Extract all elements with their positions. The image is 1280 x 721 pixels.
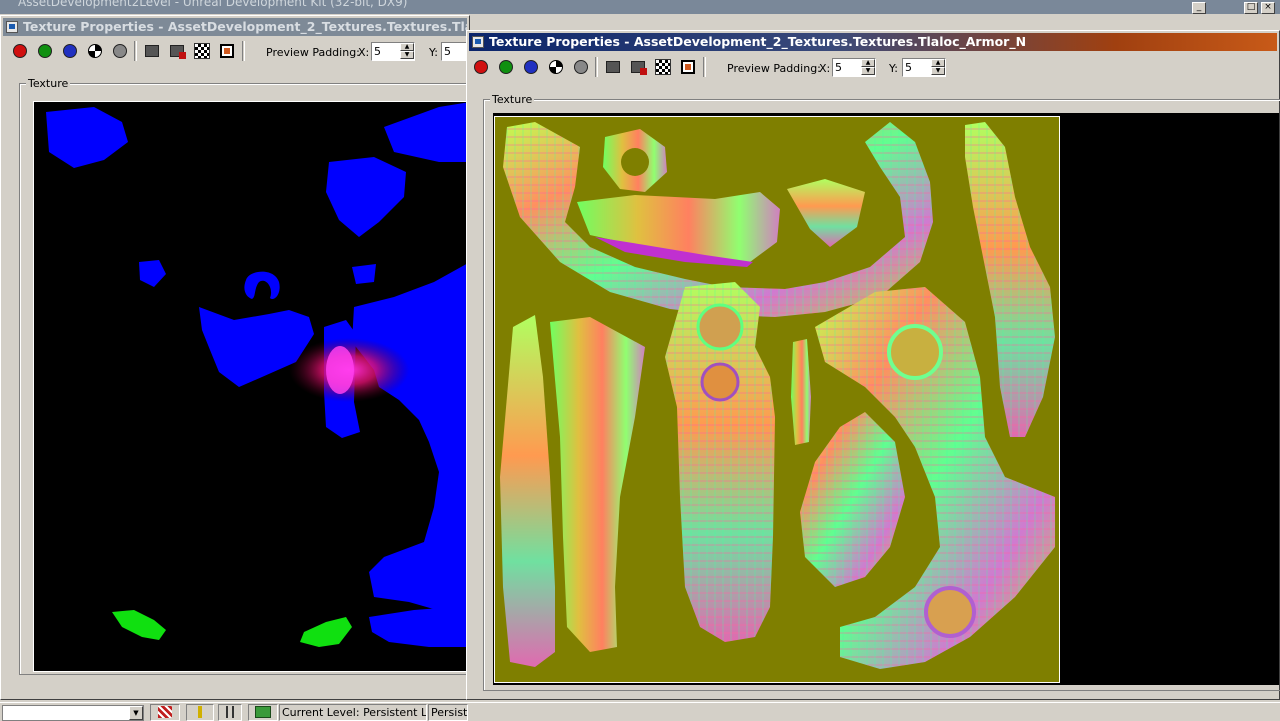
- toolbar: Preview Padding: X: ▲ ▼ Y:: [5, 38, 485, 64]
- texture-group-label: Texture: [26, 77, 71, 90]
- toolbar-separator: [134, 41, 137, 61]
- green-channel-icon: [499, 60, 513, 74]
- gray-channel-icon: [574, 60, 588, 74]
- checker-background-button[interactable]: [192, 41, 212, 61]
- checker-icon: [655, 59, 671, 75]
- spin-up-button[interactable]: ▲: [861, 59, 875, 67]
- border-button[interactable]: [217, 41, 237, 61]
- normal-map-texture-image: [495, 117, 1059, 682]
- gray-channel-button[interactable]: [110, 41, 130, 61]
- monitor-red-icon: [170, 45, 186, 59]
- red-channel-button[interactable]: [10, 41, 30, 61]
- texture-viewport[interactable]: [493, 113, 1279, 685]
- status-icon-button[interactable]: [248, 704, 278, 721]
- grid-icon: [226, 706, 234, 718]
- toolbar-separator: [242, 41, 245, 61]
- green-channel-icon: [38, 44, 52, 58]
- window-icon: [6, 21, 18, 33]
- toolbar-separator: [595, 57, 598, 77]
- alpha-channel-icon: [88, 44, 102, 58]
- alpha-channel-button[interactable]: [85, 41, 105, 61]
- window-title: Texture Properties - AssetDevelopment_2_…: [489, 34, 1027, 49]
- minimize-button[interactable]: _: [1192, 2, 1206, 14]
- monitor-red-icon: [631, 61, 647, 75]
- alpha-channel-icon: [549, 60, 563, 74]
- gray-channel-icon: [113, 44, 127, 58]
- window-title: Texture Properties - AssetDevelopment_2_…: [23, 19, 467, 34]
- preview-padding-label: Preview Padding:: [266, 46, 360, 59]
- status-icon-button[interactable]: [186, 704, 214, 721]
- blue-channel-button[interactable]: [60, 41, 80, 61]
- y-label: Y:: [429, 46, 438, 59]
- command-combo[interactable]: ▼: [2, 705, 144, 721]
- x-padding-input[interactable]: [835, 60, 861, 74]
- checkmark-icon: [255, 706, 271, 718]
- green-channel-button[interactable]: [35, 41, 55, 61]
- checker-background-button[interactable]: [653, 57, 673, 77]
- monitor-icon: [145, 45, 159, 57]
- view-alpha-button[interactable]: [628, 57, 648, 77]
- texture-group-label: Texture: [490, 93, 535, 106]
- view-mip-button[interactable]: [142, 41, 162, 61]
- monitor-icon: [606, 61, 620, 73]
- y-padding-input[interactable]: [905, 60, 931, 74]
- spin-down-button[interactable]: ▼: [931, 67, 945, 75]
- persistent-text: Persistent: [431, 706, 468, 719]
- view-alpha-button[interactable]: [167, 41, 187, 61]
- toolbar-separator: [703, 57, 706, 77]
- toolbar: Preview Padding: X: ▲ ▼ Y: ▲ ▼: [471, 54, 1271, 80]
- frame-icon: [681, 60, 695, 74]
- window-title-bar[interactable]: Texture Properties - AssetDevelopment_2_…: [3, 18, 467, 36]
- view-mip-button[interactable]: [603, 57, 623, 77]
- maximize-button[interactable]: □: [1244, 2, 1258, 14]
- x-padding-spinner[interactable]: ▲ ▼: [832, 58, 876, 77]
- y-label: Y:: [889, 62, 898, 75]
- red-channel-button[interactable]: [471, 57, 491, 77]
- texture-preview-normal: [494, 116, 1060, 683]
- border-button[interactable]: [678, 57, 698, 77]
- green-channel-button[interactable]: [496, 57, 516, 77]
- blue-channel-icon: [63, 44, 77, 58]
- red-channel-icon: [474, 60, 488, 74]
- spin-up-button[interactable]: ▲: [400, 43, 414, 51]
- frame-icon: [220, 44, 234, 58]
- current-level-label: Current Level:: [282, 706, 360, 719]
- window-title-bar[interactable]: Texture Properties - AssetDevelopment_2_…: [469, 33, 1277, 51]
- x-padding-spinner[interactable]: ▲ ▼: [371, 42, 415, 61]
- persistent-field: Persistent: [428, 704, 468, 721]
- pencil-icon: [198, 706, 202, 718]
- current-level-value: Persistent Leve: [363, 706, 427, 719]
- tools-icon: [158, 706, 172, 718]
- checker-icon: [194, 43, 210, 59]
- current-level-field: Current Level: Persistent Leve: [279, 704, 427, 721]
- spin-down-button[interactable]: ▼: [400, 51, 414, 59]
- x-padding-input[interactable]: [374, 44, 400, 58]
- x-label: X:: [358, 46, 370, 59]
- status-icon-button[interactable]: [150, 704, 180, 721]
- mask-texture-image: [46, 102, 470, 647]
- status-bar: ▼ Current Level: Persistent Leve Persist…: [0, 702, 1280, 721]
- red-channel-icon: [13, 44, 27, 58]
- window-icon: [472, 36, 484, 48]
- status-icon-button[interactable]: [218, 704, 242, 721]
- close-button[interactable]: ×: [1261, 2, 1275, 14]
- x-label: X:: [819, 62, 831, 75]
- spin-up-button[interactable]: ▲: [931, 59, 945, 67]
- texture-properties-window-mask: Texture Properties - AssetDevelopment_2_…: [0, 15, 485, 700]
- preview-padding-label: Preview Padding:: [727, 62, 821, 75]
- app-title-bar: AssetDevelopment2Level - Unreal Developm…: [0, 0, 1280, 14]
- blue-channel-button[interactable]: [521, 57, 541, 77]
- y-padding-spinner[interactable]: ▲ ▼: [902, 58, 946, 77]
- texture-preview-mask: [33, 101, 471, 672]
- chevron-down-icon[interactable]: ▼: [129, 706, 143, 720]
- gray-channel-button[interactable]: [571, 57, 591, 77]
- texture-properties-window-normal: Texture Properties - AssetDevelopment_2_…: [466, 30, 1280, 700]
- spin-down-button[interactable]: ▼: [861, 67, 875, 75]
- alpha-channel-button[interactable]: [546, 57, 566, 77]
- blue-channel-icon: [524, 60, 538, 74]
- app-title: AssetDevelopment2Level - Unreal Developm…: [18, 0, 408, 9]
